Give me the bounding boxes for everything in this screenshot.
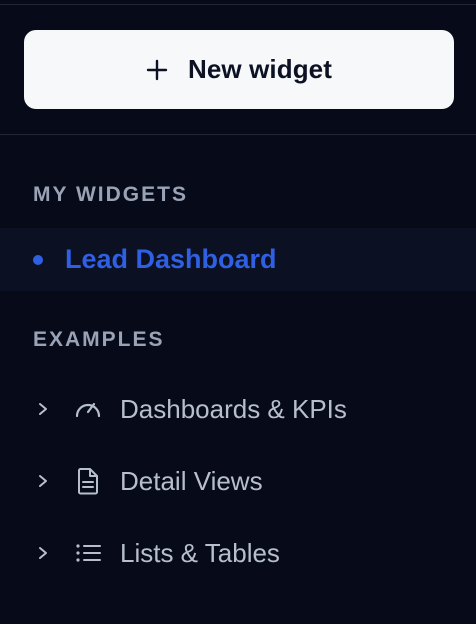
section-divider <box>0 134 476 135</box>
top-divider <box>0 4 476 5</box>
example-item-label: Dashboards & KPIs <box>120 394 347 424</box>
new-widget-button[interactable]: New widget <box>24 30 454 109</box>
example-item-label: Lists & Tables <box>120 538 280 568</box>
my-widgets-heading: MY WIDGETS <box>33 183 188 206</box>
document-icon <box>78 468 98 495</box>
examples-heading: EXAMPLES <box>33 328 165 351</box>
chevron-right-icon[interactable] <box>36 472 50 490</box>
example-item-label: Detail Views <box>120 466 263 496</box>
sidebar: New widget MY WIDGETS Lead Dashboard EXA… <box>0 0 476 624</box>
widget-item-lead-dashboard[interactable]: Lead Dashboard <box>0 228 476 291</box>
example-item-lists-tables[interactable]: Lists & Tables <box>0 523 476 583</box>
list-icon <box>76 544 101 562</box>
chevron-right-icon[interactable] <box>36 544 50 562</box>
plus-icon <box>146 59 168 80</box>
example-item-detail-views[interactable]: Detail Views <box>0 451 476 511</box>
widget-item-label: Lead Dashboard <box>65 244 277 274</box>
example-item-dashboards-kpis[interactable]: Dashboards & KPIs <box>0 379 476 439</box>
active-dot-icon <box>33 255 43 265</box>
new-widget-label: New widget <box>187 54 332 84</box>
chevron-right-icon[interactable] <box>36 400 50 418</box>
gauge-icon <box>75 402 101 418</box>
